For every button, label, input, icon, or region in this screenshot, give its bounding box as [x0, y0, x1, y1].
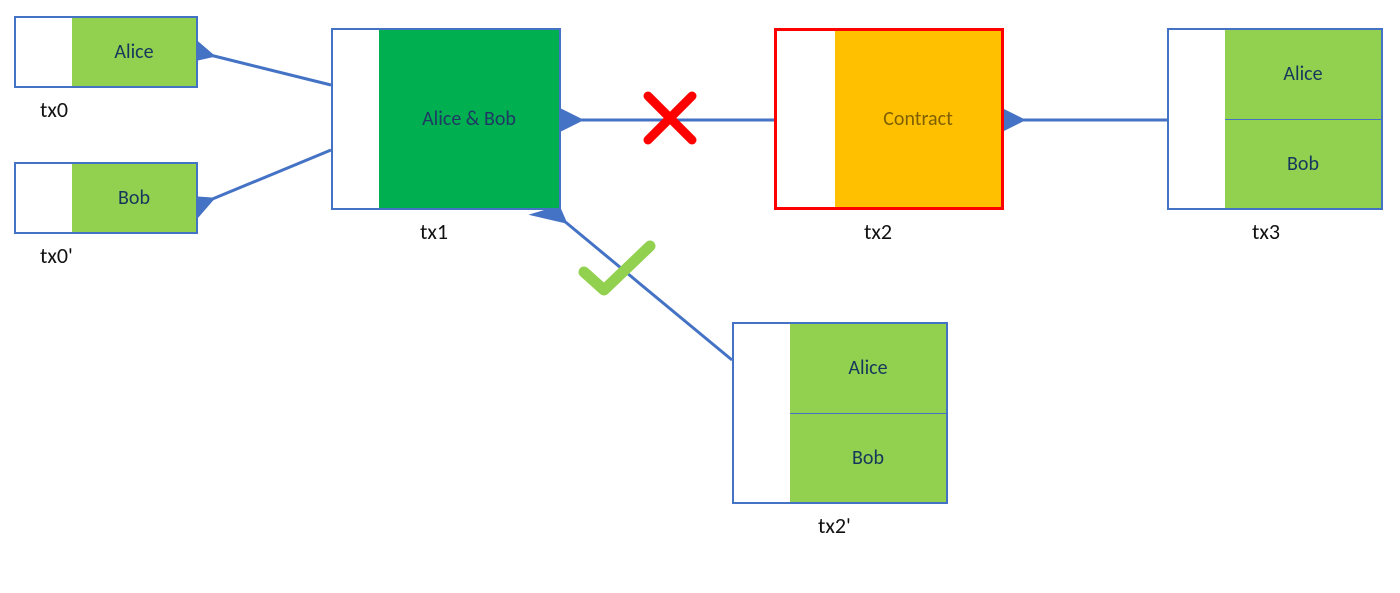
tx3-box: Alice Bob	[1167, 28, 1383, 210]
tx2-label: tx2	[864, 218, 892, 245]
tx1-label: tx1	[420, 218, 448, 245]
tx2p-label: tx2'	[818, 512, 851, 539]
check-icon	[578, 238, 658, 302]
tx0-alice-cell: Alice	[72, 18, 196, 86]
tx2p-box: Alice Bob	[732, 322, 948, 504]
tx1-cell: Alice & Bob	[379, 30, 559, 208]
cross-icon	[640, 88, 700, 148]
tx1-box: Alice & Bob	[331, 28, 561, 210]
tx3-label: tx3	[1252, 218, 1280, 245]
tx0-bob-cell: Bob	[72, 164, 196, 232]
tx0-alice-label: tx0	[40, 96, 68, 123]
tx0-bob-label: tx0'	[40, 242, 73, 269]
tx2p-bottom-cell: Bob	[790, 413, 946, 503]
tx3-top-cell: Alice	[1225, 30, 1381, 119]
tx0-alice-box: Alice	[14, 16, 198, 88]
tx2-box: Contract	[774, 28, 1004, 210]
tx3-bottom-cell: Bob	[1225, 119, 1381, 209]
tx2-cell: Contract	[835, 31, 1001, 207]
tx0-bob-box: Bob	[14, 162, 198, 234]
tx2p-top-cell: Alice	[790, 324, 946, 413]
